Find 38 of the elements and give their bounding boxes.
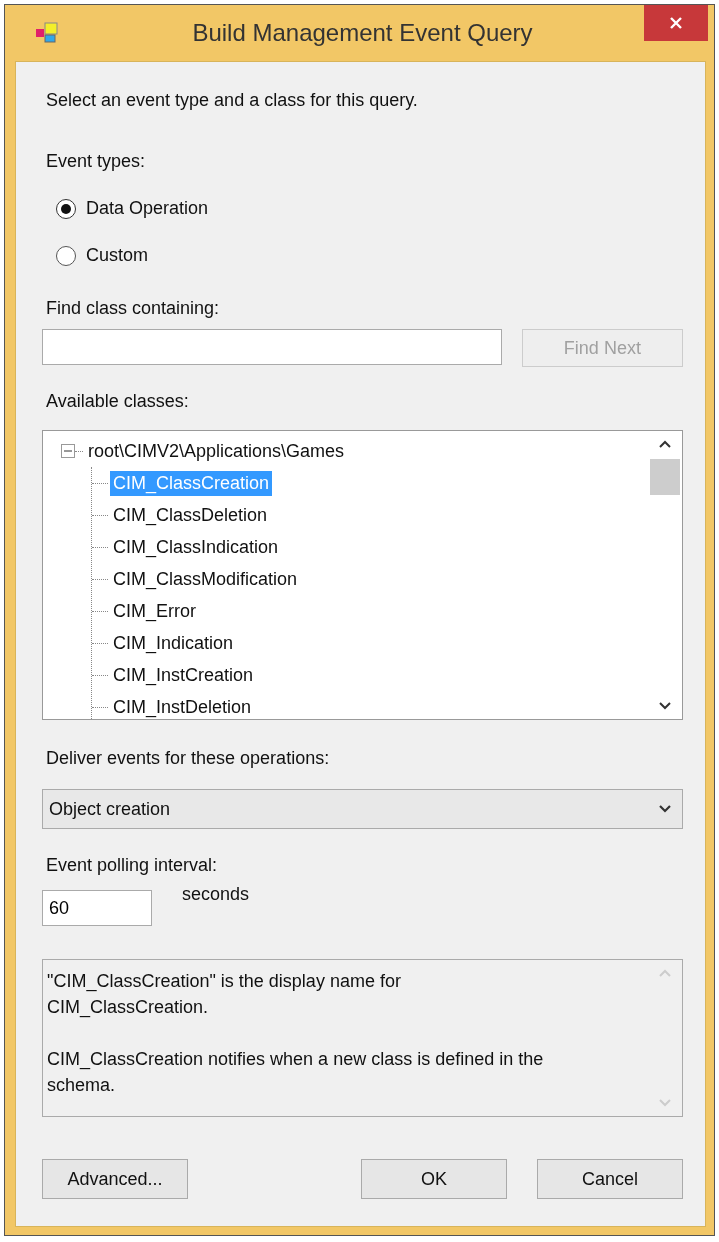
available-classes-label: Available classes: [46, 391, 190, 412]
tree-item[interactable]: CIM_InstDeletion [110, 694, 255, 719]
scroll-down-icon[interactable] [658, 701, 672, 711]
close-icon [669, 16, 683, 30]
description-text: CIM_ClassCreation notifies when a new class is defined in the schema. [47, 1048, 545, 1097]
tree-item[interactable]: CIM_Indication [110, 630, 237, 656]
tree-item[interactable]: CIM_ClassModification [110, 566, 301, 592]
app-icon [35, 21, 59, 45]
seconds-label: seconds [182, 884, 250, 905]
tree-item[interactable]: CIM_ClassDeletion [110, 502, 271, 528]
find-class-label: Find class containing: [46, 298, 221, 319]
window-title: Build Management Event Query [191, 19, 534, 47]
tree-item[interactable]: root\CIMV2\Applications\Games [85, 438, 348, 464]
scroll-thumb[interactable] [650, 459, 680, 495]
polling-interval-label: Event polling interval: [46, 855, 219, 876]
scroll-down-icon [658, 1098, 672, 1108]
tree-item[interactable]: CIM_InstCreation [110, 662, 257, 688]
collapse-icon[interactable] [61, 444, 75, 458]
radio-option[interactable]: Data Operation [56, 198, 683, 219]
dialog-button[interactable]: OK [361, 1159, 507, 1199]
close-button[interactable] [644, 5, 708, 41]
tree-item[interactable]: CIM_Error [110, 598, 199, 624]
radio-button[interactable] [56, 198, 76, 219]
advanced-button[interactable]: Advanced... [42, 1159, 188, 1199]
radio-option[interactable]: Custom [56, 245, 683, 266]
dialog-button[interactable]: Cancel [537, 1159, 683, 1199]
tree-item[interactable]: CIM_ClassIndication [110, 534, 282, 560]
interval-field[interactable]: 60 [42, 890, 152, 926]
operations-label: Deliver events for these operations: [46, 748, 331, 769]
operations-dropdown[interactable]: Object creation [42, 789, 683, 829]
event-types-label: Event types: [46, 151, 147, 172]
instruction-text: Select an event type and a class for this query. [46, 90, 419, 111]
chevron-down-icon [658, 804, 672, 814]
scroll-up-icon[interactable] [658, 439, 672, 449]
find-class-field[interactable] [42, 329, 502, 365]
scroll-up-icon [658, 968, 672, 978]
radio-button[interactable] [56, 245, 76, 266]
description-text: "CIM_ClassCreation" is the display name for CIM_ClassCreation. [47, 970, 402, 1020]
